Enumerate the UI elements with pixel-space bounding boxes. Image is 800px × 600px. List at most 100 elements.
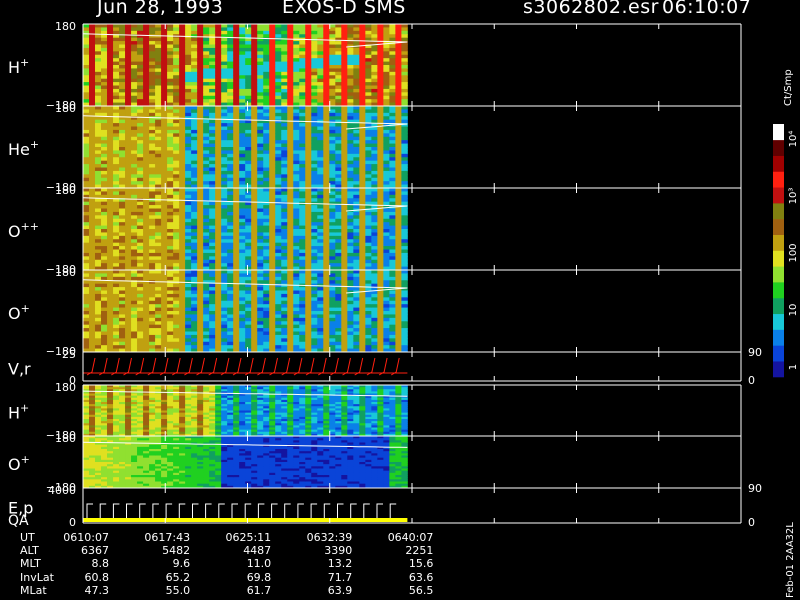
spectrogram-cell (395, 164, 402, 168)
spectrogram-cell (233, 307, 240, 312)
spectrogram-cell (209, 126, 216, 131)
spectrogram-cell (269, 225, 276, 230)
spectrogram-cell (257, 314, 264, 319)
spectrogram-cell (191, 341, 198, 346)
spectrogram-cell (287, 328, 294, 332)
spectrogram-cell (323, 338, 330, 343)
spectrogram-cell (131, 85, 138, 90)
spectrogram-cell (173, 215, 180, 220)
spectrogram-cell (89, 293, 96, 298)
spectrogram-cell (257, 47, 264, 52)
spectrogram-cell (305, 150, 312, 155)
spectrogram-cell (95, 133, 102, 138)
spectrogram-cell (341, 24, 348, 28)
spectrogram-cell (131, 341, 138, 346)
spectrogram-cell (185, 164, 192, 168)
spectrogram-cell (371, 198, 378, 203)
spectrogram-cell (311, 41, 318, 45)
spectrogram-cell (185, 270, 192, 274)
spectrogram-cell (101, 78, 108, 83)
spectrogram-cell (275, 174, 282, 179)
spectrogram-cell (125, 338, 132, 343)
spectrogram-cell (383, 54, 390, 59)
spectrogram-cell (305, 345, 312, 349)
spectrogram-cell (329, 147, 336, 151)
spectrogram-cell (197, 71, 204, 76)
spectrogram-cell (287, 88, 294, 93)
spectrogram-cell (293, 324, 300, 329)
spectrogram-cell (365, 88, 372, 93)
spectrogram-cell (227, 47, 234, 52)
spectrogram-cell (89, 252, 96, 257)
spectrogram-cell (257, 147, 264, 151)
spectrogram-cell (335, 30, 342, 35)
spectrogram-cell (113, 222, 120, 226)
spectrogram-cell (179, 119, 186, 124)
spectrogram-cell (197, 119, 204, 124)
spectrogram-cell (203, 78, 210, 83)
spectrogram-cell (263, 106, 270, 110)
spectrogram-cell (299, 246, 306, 250)
spectrogram-cell (335, 270, 342, 274)
spectrogram-cell (95, 41, 102, 45)
spectrogram-cell (335, 129, 342, 134)
spectrogram-cell (329, 119, 336, 124)
spectrogram-cell (155, 270, 162, 274)
spectrogram-cell (389, 136, 396, 141)
spectrogram-cell (299, 44, 306, 49)
spectrogram-cell (197, 249, 204, 254)
spectrogram-cell (329, 218, 336, 223)
spectrogram-cell (305, 112, 312, 117)
spectrogram-cell (401, 44, 408, 49)
spectrogram-cell (317, 143, 324, 148)
spectrogram-cell (263, 280, 270, 285)
spectrogram-cell (299, 307, 306, 312)
spectrogram-cell (269, 304, 276, 308)
spectrogram-cell (323, 293, 330, 298)
spectrogram-cell (101, 222, 108, 226)
spectrogram-cell (353, 215, 360, 220)
spectrogram-cell (371, 160, 378, 165)
spectrogram-cell (359, 140, 366, 144)
spectrogram-cell (131, 205, 138, 209)
spectrogram-cell (137, 232, 144, 237)
spectrogram-cell (257, 293, 264, 298)
spectrogram-cell (161, 229, 168, 233)
spectrogram-cell (317, 30, 324, 35)
spectrogram-cell (227, 307, 234, 312)
spectrogram-cell (167, 222, 174, 226)
spectrogram-cell (263, 215, 270, 220)
spectrogram-cell (191, 249, 198, 254)
spectrogram-cell (149, 133, 156, 138)
spectrogram-cell (269, 317, 276, 322)
spectrogram-cell (389, 198, 396, 203)
spectrogram-cell (173, 341, 180, 346)
spectrogram-cell (377, 133, 384, 138)
spectrogram-cell (119, 106, 126, 110)
spectrogram-cell (263, 61, 270, 66)
spectrogram-cell (221, 75, 228, 80)
spectrogram-cell (149, 317, 156, 322)
spectrogram-cell (311, 174, 318, 179)
spectrogram-cell (131, 140, 138, 144)
spectrogram-cell (227, 106, 234, 110)
spectrogram-cell (401, 229, 408, 233)
spectrogram-cell (125, 133, 132, 138)
spectrogram-cell (323, 235, 330, 240)
spectrogram-cell (341, 229, 348, 233)
spectrogram-cell (233, 51, 240, 56)
spectrogram-cell (167, 283, 174, 288)
spectrogram-cell (227, 170, 234, 175)
spectrogram-cell (377, 58, 384, 62)
spectrogram-cell (293, 307, 300, 312)
spectrogram-cell (125, 191, 132, 196)
spectrogram-cell (311, 334, 318, 339)
spectrogram-cell (83, 252, 90, 257)
spectrogram-cell (143, 82, 150, 86)
spectrogram-cell (383, 143, 390, 148)
spectrogram-cell (113, 147, 120, 151)
spectrogram-cell (239, 276, 246, 281)
spectrogram-cell (191, 239, 198, 244)
spectrogram-cell (173, 126, 180, 131)
spectrogram-cell (383, 249, 390, 254)
